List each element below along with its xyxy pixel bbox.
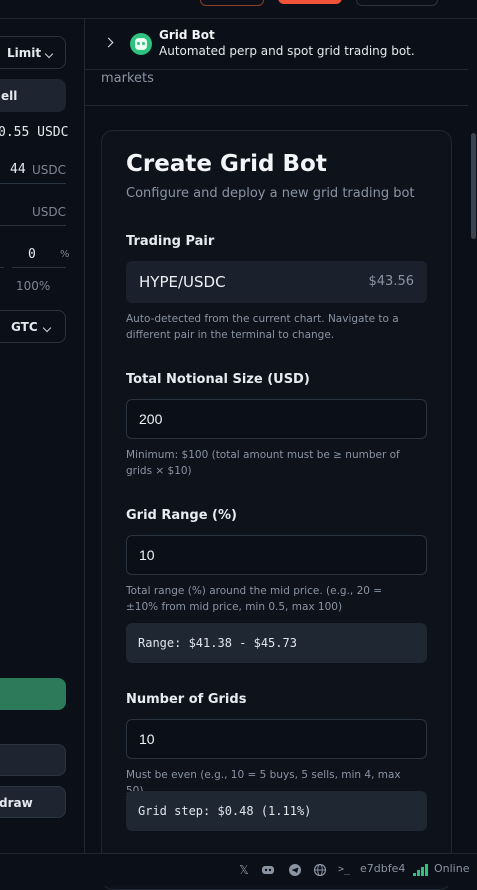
available-balance: 0.55 USDC: [0, 125, 69, 140]
trading-pair-help: Auto-detected from the current chart. Na…: [126, 313, 399, 341]
toolbar-button-primary[interactable]: [278, 0, 342, 4]
price-unit: USDC: [32, 163, 67, 177]
sell-tab[interactable]: ell: [0, 79, 66, 112]
number-of-grids-input[interactable]: [126, 719, 427, 759]
percent-max-label: 100%: [16, 279, 51, 293]
chevron-down-icon: [44, 49, 54, 59]
grid-range-label: Grid Range (%): [126, 508, 237, 523]
sell-tab-label: ell: [1, 89, 18, 103]
tif-select[interactable]: GTC: [0, 310, 66, 343]
panel-title: Grid Bot: [159, 28, 215, 42]
tif-label: GTC: [11, 320, 38, 334]
size-input[interactable]: USDC: [0, 201, 66, 226]
deposit-button[interactable]: [0, 744, 66, 776]
card-subtitle: Configure and deploy a new grid trading …: [126, 186, 415, 201]
top-toolbar: [0, 0, 477, 19]
order-type-label: Limit: [7, 46, 42, 60]
trading-pair-price: $43.56: [368, 274, 415, 289]
grid-step-display: Grid step: $0.48 (1.11%): [126, 791, 427, 831]
toolbar-button-outline[interactable]: [200, 0, 264, 6]
signal-strength-icon: [413, 864, 431, 876]
percent-value: 0: [28, 247, 36, 262]
number-of-grids-label: Number of Grids: [126, 692, 247, 707]
create-grid-bot-card: Create Grid Bot Configure and deploy a n…: [101, 130, 452, 890]
x-twitter-icon[interactable]: 𝕏: [237, 863, 251, 877]
trading-pair-value: HYPE/USDC: [139, 273, 226, 291]
terminal-icon[interactable]: >_: [337, 863, 351, 877]
globe-icon[interactable]: [313, 863, 327, 877]
toolbar-button-secondary[interactable]: [356, 0, 438, 6]
markets-text: markets: [101, 71, 154, 86]
grid-range-help: Total range (%) around the mid price. (e…: [126, 585, 383, 613]
trading-pair-label: Trading Pair: [126, 234, 215, 249]
divider: [85, 105, 468, 106]
commit-hash: e7dbfe4: [360, 862, 406, 875]
panel-header[interactable]: Grid Bot Automated perp and spot grid tr…: [85, 19, 477, 70]
chevron-down-icon: [42, 323, 52, 333]
place-order-button[interactable]: [0, 678, 66, 710]
status-bar: 𝕏 >_ e7dbfe4 Online: [0, 853, 477, 886]
card-title: Create Grid Bot: [126, 151, 327, 177]
scrollbar-thumb[interactable]: [471, 133, 476, 239]
size-slider-left-field[interactable]: [0, 267, 4, 268]
telegram-icon[interactable]: [288, 863, 302, 877]
percent-input[interactable]: 0 %: [12, 245, 70, 268]
trading-pair-display: HYPE/USDC $43.56: [126, 261, 427, 303]
notional-help: Minimum: $100 (total amount must be ≥ nu…: [126, 449, 400, 477]
grid-bot-panel: Grid Bot Automated perp and spot grid tr…: [85, 19, 477, 890]
range-display: Range: $41.38 - $45.73: [126, 623, 427, 663]
chevron-right-icon[interactable]: [103, 37, 114, 48]
order-panel: Limit ell 0.55 USDC 44 USDC USDC 0 % 100…: [0, 19, 85, 853]
robot-icon: [130, 33, 152, 55]
discord-icon[interactable]: [261, 863, 275, 877]
panel-subtitle: Automated perp and spot grid trading bot…: [159, 44, 415, 58]
withdraw-label: draw: [0, 796, 33, 810]
size-unit: USDC: [32, 205, 67, 219]
price-input[interactable]: 44 USDC: [0, 159, 66, 184]
grid-range-input[interactable]: [126, 535, 427, 575]
notional-label: Total Notional Size (USD): [126, 372, 310, 387]
percent-symbol: %: [60, 249, 70, 260]
withdraw-button[interactable]: draw: [0, 786, 66, 818]
notional-size-input[interactable]: [126, 399, 427, 439]
price-value: 44: [10, 162, 26, 177]
connection-status: Online: [434, 862, 470, 875]
order-type-select[interactable]: Limit: [0, 36, 66, 69]
